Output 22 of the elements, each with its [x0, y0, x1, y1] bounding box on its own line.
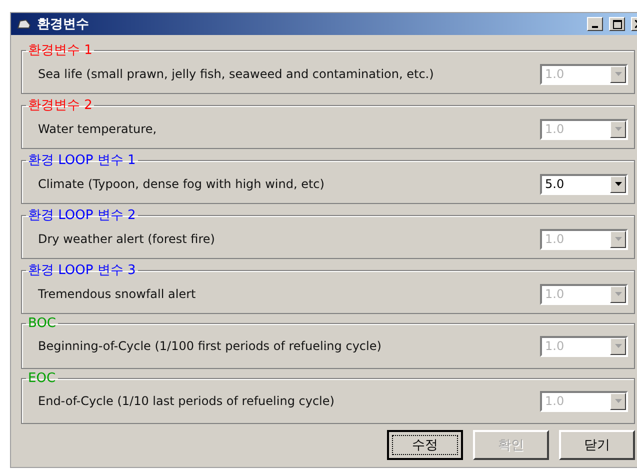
dialog-button[interactable]: 닫기 — [559, 430, 635, 460]
maximize-button[interactable] — [609, 17, 625, 31]
group-label: EOC — [27, 371, 57, 386]
window-title: 환경변수 — [37, 16, 90, 33]
variable-description: Climate (Typoon, dense fog with high wind, etc) — [38, 177, 324, 191]
variable-description: End-of-Cycle (1/10 last periods of refueling cycle) — [38, 394, 334, 408]
dialog-button[interactable]: 수정 — [387, 430, 463, 460]
group-label: BOC — [27, 316, 57, 331]
value-dropdown[interactable]: 5.0 — [540, 174, 628, 194]
group-label: 환경 LOOP 변수 2 — [27, 207, 137, 224]
maximize-icon — [612, 20, 622, 28]
group-label: 환경 LOOP 변수 3 — [27, 262, 137, 279]
variable-description: Beginning-of-Cycle (1/100 first periods of refueling cycle) — [38, 339, 382, 353]
variable-description: Water temperature, — [38, 122, 157, 136]
group-label: 환경 LOOP 변수 1 — [27, 152, 137, 169]
variable-description: Tremendous snowfall alert — [38, 287, 196, 301]
group-label: 환경변수 2 — [27, 97, 94, 114]
variable-description: Dry weather alert (forest fire) — [38, 232, 215, 246]
window-app-icon — [17, 18, 31, 30]
variable-description: Sea life (small prawn, jelly fish, seaweed and contamination, etc.) — [38, 67, 434, 81]
group-label: 환경변수 1 — [27, 42, 94, 59]
minimize-button[interactable] — [587, 17, 603, 31]
